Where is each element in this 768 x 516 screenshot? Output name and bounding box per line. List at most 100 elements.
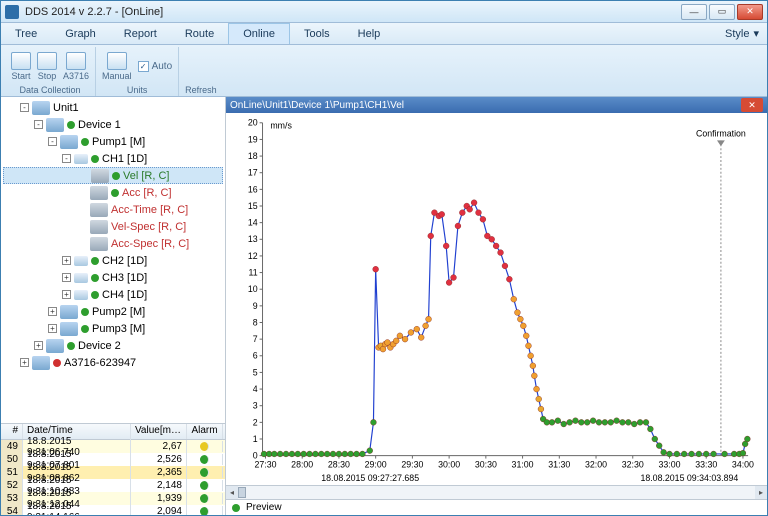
svg-text:28:00: 28:00 [291,459,313,469]
tree-twister[interactable]: + [20,358,29,367]
left-panel: -Unit1-Device 1-Pump1 [M]-CH1 [1D] Vel [R… [1,97,226,515]
chart-title: OnLine\Unit1\Device 1\Pump1\CH1\Vel [230,100,741,111]
tree-view[interactable]: -Unit1-Device 1-Pump1 [M]-CH1 [1D] Vel [R… [1,97,225,423]
chart-scrollbar[interactable]: ◂ ▸ [226,485,767,499]
tree-node[interactable]: + CH3 [1D] [3,269,223,286]
auto-checkbox[interactable]: ✓Auto [138,61,173,72]
svg-text:mm/s: mm/s [270,121,292,131]
svg-text:33:30: 33:30 [695,459,717,469]
menu-tab-graph[interactable]: Graph [51,23,110,44]
tree-twister[interactable]: + [48,324,57,333]
maximize-button[interactable]: ▭ [709,4,735,20]
status-dot-icon [81,138,89,146]
svg-text:33:00: 33:00 [658,459,680,469]
chart-svg: 0123456789101112131415161718192027:3028:… [226,113,767,485]
manual-button[interactable]: Manual [102,52,132,81]
status-dot-icon [111,189,119,197]
tree-node[interactable]: +A3716-623947 [3,354,223,371]
status-dot-icon [112,172,120,180]
chart-area[interactable]: 0123456789101112131415161718192027:3028:… [226,113,767,485]
tree-node[interactable]: -Unit1 [3,99,223,116]
svg-text:4: 4 [253,384,258,394]
svg-text:20: 20 [248,118,258,128]
tree-twister[interactable]: + [62,273,71,282]
minimize-button[interactable]: — [681,4,707,20]
svg-text:29:00: 29:00 [365,459,387,469]
titlebar[interactable]: DDS 2014 v 2.2.7 - [OnLine] — ▭ ✕ [1,1,767,23]
tree-node[interactable]: + Device 2 [3,337,223,354]
svg-text:13: 13 [248,234,258,244]
ch-icon [74,273,88,283]
svg-text:8: 8 [253,317,258,327]
status-dot-icon [91,257,99,265]
menu-tab-report[interactable]: Report [110,23,171,44]
svg-text:27:30: 27:30 [254,459,276,469]
tree-twister[interactable]: - [48,137,57,146]
svg-text:3: 3 [253,401,258,411]
tree-node[interactable]: Acc-Spec [R, C] [3,235,223,252]
style-label: Style [725,28,749,40]
svg-text:10: 10 [248,284,258,294]
tree-node[interactable]: +Pump2 [M] [3,303,223,320]
svg-text:6: 6 [253,351,258,361]
tree-label: CH2 [1D] [102,255,147,267]
tree-label: CH3 [1D] [102,272,147,284]
ribbon-group-refresh: Refresh [179,47,223,96]
tree-label: Vel-Spec [R, C] [111,221,186,233]
svg-text:32:30: 32:30 [622,459,644,469]
svg-text:16: 16 [248,184,258,194]
tree-twister[interactable]: + [62,256,71,265]
tree-twister[interactable]: + [62,290,71,299]
tree-node[interactable]: Acc [R, C] [3,184,223,201]
svg-text:2: 2 [253,417,258,427]
tree-twister[interactable]: - [20,103,29,112]
menu-tab-route[interactable]: Route [171,23,228,44]
tree-node[interactable]: -CH1 [1D] [3,150,223,167]
close-button[interactable]: ✕ [737,4,763,20]
tree-node[interactable]: Vel-Spec [R, C] [3,218,223,235]
ribbon-group-data-collection: Start Stop A3716 Data Collection [5,47,96,96]
tree-node[interactable]: Acc-Time [R, C] [3,201,223,218]
scroll-right-button[interactable]: ▸ [755,486,767,499]
menu-tab-tools[interactable]: Tools [290,23,344,44]
manual-icon [107,52,127,70]
tree-node[interactable]: -Pump1 [M] [3,133,223,150]
tree-label: Device 2 [78,340,121,352]
chart-header: OnLine\Unit1\Device 1\Pump1\CH1\Vel ✕ [226,97,767,113]
tree-node[interactable]: + CH2 [1D] [3,252,223,269]
m-icon [90,203,108,217]
svg-text:18.08.2015 09:27:27.685: 18.08.2015 09:27:27.685 [321,473,419,483]
tree-twister[interactable]: + [48,307,57,316]
menu-tab-tree[interactable]: Tree [1,23,51,44]
stop-icon [37,52,57,70]
status-dot-icon [81,325,89,333]
menu-tab-help[interactable]: Help [344,23,395,44]
stop-button[interactable]: Stop [37,52,57,81]
tree-node[interactable]: +Pump3 [M] [3,320,223,337]
scroll-thumb[interactable] [238,487,246,498]
tree-label: CH4 [1D] [102,289,147,301]
tree-node[interactable]: -Device 1 [3,116,223,133]
tree-node[interactable]: + CH4 [1D] [3,286,223,303]
tree-twister[interactable]: + [34,341,43,350]
data-grid[interactable]: # Date/Time Value[mm/s] Alarm 4918.8.201… [1,423,225,515]
a3716-button[interactable]: A3716 [63,52,89,81]
status-dot-icon [67,342,75,350]
menu-tab-online[interactable]: Online [228,23,290,44]
tree-label: Vel [R, C] [123,170,169,182]
tree-node[interactable]: Vel [R, C] [3,167,223,184]
svg-text:18: 18 [248,151,258,161]
start-button[interactable]: Start [11,52,31,81]
m-icon [90,237,108,251]
preview-label[interactable]: Preview [246,502,282,513]
tree-twister[interactable]: - [34,120,43,129]
style-dropdown[interactable]: Style ▾ [717,23,767,44]
svg-text:31:00: 31:00 [512,459,534,469]
chart-close-button[interactable]: ✕ [741,98,763,112]
tree-twister[interactable]: - [62,154,71,163]
svg-text:15: 15 [248,201,258,211]
m-icon [91,169,109,183]
scroll-left-button[interactable]: ◂ [226,486,238,499]
table-row[interactable]: 5418.8.2015 9:31:14.1662,094 [1,505,225,515]
chart-panel: OnLine\Unit1\Device 1\Pump1\CH1\Vel ✕ 01… [226,97,767,515]
